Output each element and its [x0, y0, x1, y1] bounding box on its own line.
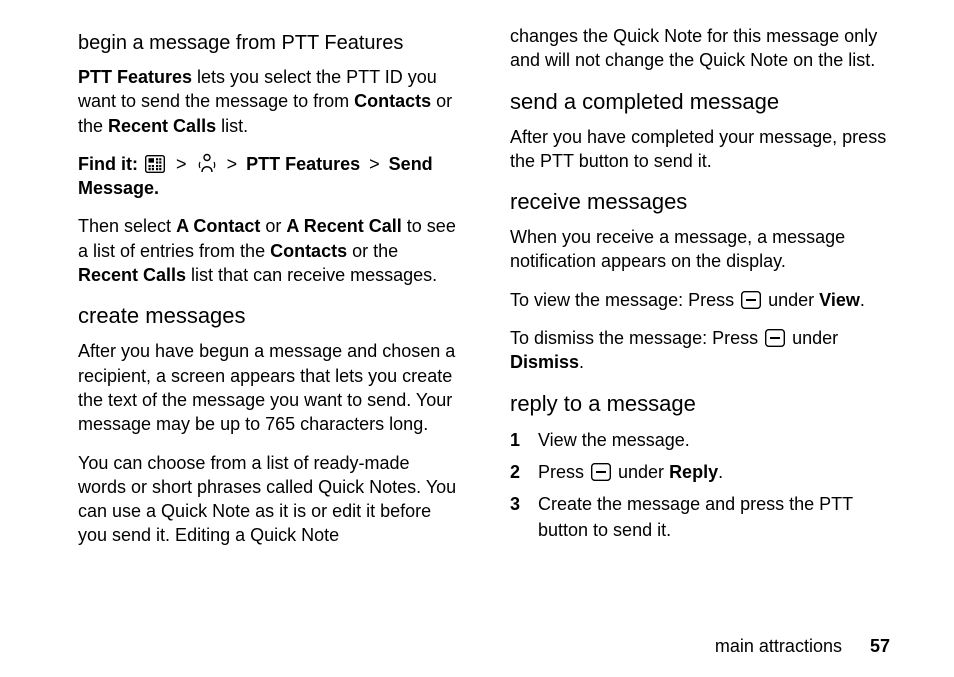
- text-dismiss: Dismiss: [510, 352, 579, 372]
- paragraph-ptt-features: PTT Features lets you select the PTT ID …: [78, 65, 462, 138]
- text-view: View: [819, 290, 860, 310]
- softkey-icon: [591, 463, 611, 481]
- text: under: [787, 328, 838, 348]
- paragraph-create-2: You can choose from a list of ready-made…: [78, 451, 462, 548]
- columns: begin a message from PTT Features PTT Fe…: [78, 24, 894, 628]
- text-recent-calls: Recent Calls: [108, 116, 216, 136]
- text: list that can receive messages.: [186, 265, 437, 285]
- heading-begin-message: begin a message from PTT Features: [78, 32, 462, 55]
- paragraph-then-select: Then select A Contact or A Recent Call t…: [78, 214, 462, 287]
- page: begin a message from PTT Features PTT Fe…: [0, 0, 954, 677]
- step-text: Press under Reply.: [538, 459, 723, 485]
- heading-reply-message: reply to a message: [510, 391, 894, 417]
- step-text: View the message.: [538, 427, 690, 453]
- paragraph-receive: When you receive a message, a message no…: [510, 225, 894, 274]
- heading-create-messages: create messages: [78, 303, 462, 329]
- text: Then select: [78, 216, 176, 236]
- step-number: 3: [510, 491, 538, 517]
- text: .: [860, 290, 865, 310]
- right-column: changes the Quick Note for this message …: [510, 24, 894, 628]
- text: .: [579, 352, 584, 372]
- text: .: [718, 462, 723, 482]
- breadcrumb-gt: >: [176, 154, 187, 174]
- footer: main attractions 57: [78, 636, 894, 657]
- heading-send-completed: send a completed message: [510, 89, 894, 115]
- text-reply: Reply: [669, 462, 718, 482]
- list-item: 2 Press under Reply.: [510, 459, 894, 485]
- heading-receive-messages: receive messages: [510, 189, 894, 215]
- text: To dismiss the message: Press: [510, 328, 763, 348]
- text: list.: [216, 116, 248, 136]
- paragraph-view-message: To view the message: Press under View.: [510, 288, 894, 312]
- text: or: [260, 216, 286, 236]
- text-contacts: Contacts: [354, 91, 431, 111]
- text: under: [613, 462, 669, 482]
- softkey-icon: [765, 329, 785, 347]
- menu-key-icon: [145, 155, 165, 173]
- find-it-label: Find it:: [78, 154, 138, 174]
- paragraph-send: After you have completed your message, p…: [510, 125, 894, 174]
- text-contacts: Contacts: [270, 241, 347, 261]
- breadcrumb-gt: >: [369, 154, 380, 174]
- text-ptt-features: PTT Features: [246, 154, 360, 174]
- list-item: 1 View the message.: [510, 427, 894, 453]
- text: or the: [347, 241, 398, 261]
- footer-section: main attractions: [715, 636, 842, 657]
- list-item: 3 Create the message and press the PTT b…: [510, 491, 894, 543]
- paragraph-quicknote-continued: changes the Quick Note for this message …: [510, 24, 894, 73]
- text: To view the message: Press: [510, 290, 739, 310]
- text-ptt-features: PTT Features: [78, 67, 192, 87]
- text: Press: [538, 462, 589, 482]
- softkey-icon: [741, 291, 761, 309]
- ptt-figure-icon: [198, 153, 216, 173]
- left-column: begin a message from PTT Features PTT Fe…: [78, 24, 462, 628]
- text-a-recent-call: A Recent Call: [286, 216, 401, 236]
- paragraph-dismiss-message: To dismiss the message: Press under Dism…: [510, 326, 894, 375]
- page-number: 57: [870, 636, 890, 657]
- reply-steps: 1 View the message. 2 Press under Reply.…: [510, 427, 894, 543]
- text-a-contact: A Contact: [176, 216, 260, 236]
- step-number: 1: [510, 427, 538, 453]
- text-recent-calls: Recent Calls: [78, 265, 186, 285]
- step-number: 2: [510, 459, 538, 485]
- breadcrumb-gt: >: [227, 154, 238, 174]
- find-it-line: Find it: > > PTT Features > Send Message…: [78, 152, 462, 201]
- step-text: Create the message and press the PTT but…: [538, 491, 894, 543]
- text: under: [763, 290, 819, 310]
- paragraph-create-1: After you have begun a message and chose…: [78, 339, 462, 436]
